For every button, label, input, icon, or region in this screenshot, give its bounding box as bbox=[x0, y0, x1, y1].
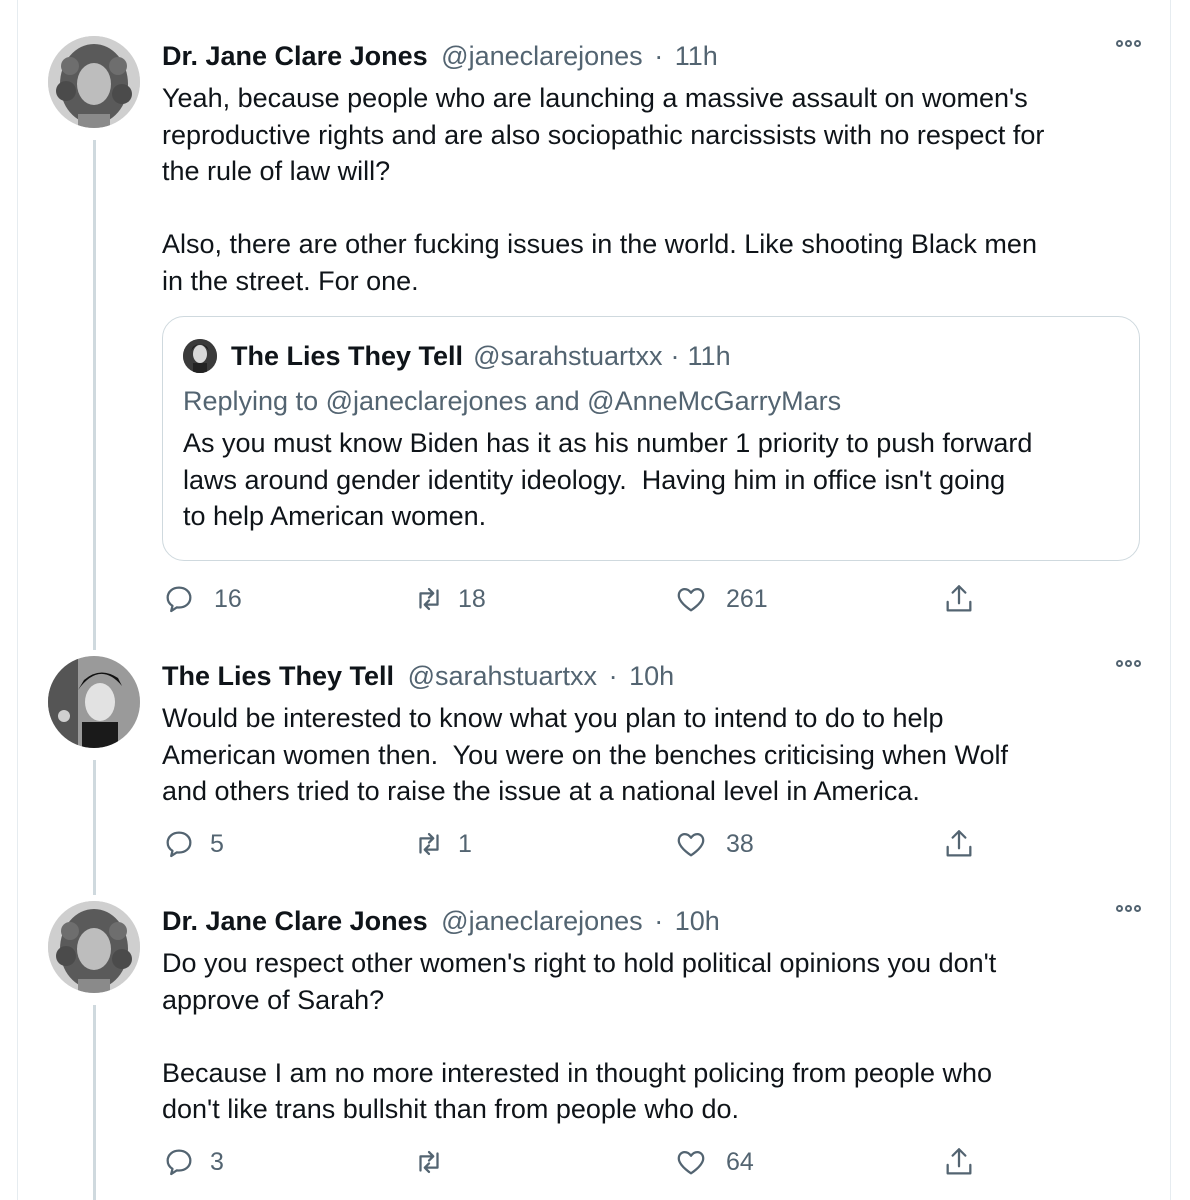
quoted-tweet-header: The Lies They Tell @sarahstuartxx · 11h bbox=[183, 337, 1123, 375]
like-count: 64 bbox=[726, 1147, 754, 1176]
heart-icon bbox=[677, 832, 705, 857]
more-options-icon[interactable] bbox=[1116, 660, 1141, 667]
reply-button[interactable]: 5 bbox=[162, 827, 224, 861]
retweet-button[interactable] bbox=[412, 1145, 464, 1179]
author-name[interactable]: Dr. Jane Clare Jones bbox=[162, 906, 428, 936]
author-name: The Lies They Tell bbox=[231, 341, 464, 371]
retweet-icon bbox=[419, 1150, 439, 1174]
share-icon bbox=[946, 830, 972, 857]
reply-count: 5 bbox=[210, 829, 224, 858]
tweet-actions: 5 1 38 bbox=[162, 827, 1162, 867]
author-handle[interactable]: @janeclarejones bbox=[441, 906, 643, 936]
like-count: 38 bbox=[726, 829, 754, 858]
retweet-count: 1 bbox=[458, 829, 472, 858]
author-handle[interactable]: @janeclarejones bbox=[441, 41, 643, 71]
author-handle: @sarahstuartxx bbox=[473, 341, 663, 371]
reply-count: 16 bbox=[214, 584, 242, 613]
curly-hair-portrait-icon bbox=[48, 901, 140, 993]
author-name[interactable]: Dr. Jane Clare Jones bbox=[162, 41, 428, 71]
tweet-text: Yeah, because people who are launching a… bbox=[162, 83, 1045, 296]
tweet[interactable]: The Lies They Tell @sarahstuartxx · 10h … bbox=[0, 650, 1190, 890]
share-button[interactable] bbox=[942, 582, 976, 616]
more-options-icon[interactable] bbox=[1116, 40, 1141, 47]
black-and-white-portrait-icon bbox=[48, 656, 140, 748]
share-icon bbox=[946, 585, 972, 612]
reply-icon bbox=[166, 1149, 192, 1176]
author-handle[interactable]: @sarahstuartxx bbox=[408, 661, 597, 691]
tweet-header: The Lies They Tell @sarahstuartxx · 10h bbox=[162, 656, 1147, 696]
tweet[interactable]: Dr. Jane Clare Jones @janeclarejones · 1… bbox=[0, 0, 1190, 640]
share-button[interactable] bbox=[942, 827, 976, 861]
reply-count: 3 bbox=[210, 1147, 224, 1176]
timestamp[interactable]: 10h bbox=[629, 661, 674, 691]
curly-hair-portrait-icon bbox=[48, 36, 140, 128]
retweet-button[interactable]: 18 bbox=[412, 582, 486, 616]
share-icon bbox=[946, 1148, 972, 1175]
share-button[interactable] bbox=[942, 1145, 976, 1179]
reply-button[interactable]: 3 bbox=[162, 1145, 224, 1179]
tweet-text: Would be interested to know what you pla… bbox=[162, 703, 1008, 806]
like-button[interactable]: 261 bbox=[674, 582, 768, 616]
avatar bbox=[183, 339, 217, 373]
reply-icon bbox=[166, 831, 192, 858]
heart-icon bbox=[677, 587, 705, 612]
tweet-header: Dr. Jane Clare Jones @janeclarejones · 1… bbox=[162, 901, 1147, 941]
avatar[interactable] bbox=[48, 901, 140, 993]
tweet-actions: 16 18 261 bbox=[162, 582, 1162, 622]
quoted-tweet-text: As you must know Biden has it as his num… bbox=[183, 428, 1033, 531]
timestamp[interactable]: 11h bbox=[675, 41, 718, 71]
like-button[interactable]: 64 bbox=[674, 1145, 754, 1179]
tweet-header: Dr. Jane Clare Jones @janeclarejones · 1… bbox=[162, 36, 1147, 76]
replying-to: Replying to @janeclarejones and @AnneMcG… bbox=[183, 386, 842, 416]
tweet[interactable]: Dr. Jane Clare Jones @janeclarejones · 1… bbox=[0, 895, 1190, 1200]
retweet-icon bbox=[419, 587, 439, 611]
avatar[interactable] bbox=[48, 656, 140, 748]
avatar[interactable] bbox=[48, 36, 140, 128]
like-count: 261 bbox=[726, 584, 768, 613]
tweet-actions: 3 64 bbox=[162, 1145, 1162, 1185]
separator: · bbox=[654, 41, 664, 71]
black-and-white-portrait-icon bbox=[183, 339, 217, 373]
retweet-icon bbox=[419, 832, 439, 856]
separator: · bbox=[670, 341, 680, 371]
quoted-tweet[interactable]: The Lies They Tell @sarahstuartxx · 11h … bbox=[162, 316, 1140, 561]
retweet-count: 18 bbox=[458, 584, 486, 613]
retweet-button[interactable]: 1 bbox=[412, 827, 472, 861]
reply-button[interactable]: 16 bbox=[162, 582, 242, 616]
timestamp[interactable]: 10h bbox=[675, 906, 720, 936]
heart-icon bbox=[677, 1150, 705, 1175]
like-button[interactable]: 38 bbox=[674, 827, 754, 861]
separator: · bbox=[608, 661, 618, 691]
tweet-text: Do you respect other women's right to ho… bbox=[162, 948, 997, 1124]
reply-icon bbox=[166, 586, 192, 613]
timestamp: 11h bbox=[687, 341, 731, 371]
separator: · bbox=[654, 906, 664, 936]
author-name[interactable]: The Lies They Tell bbox=[162, 661, 394, 691]
more-options-icon[interactable] bbox=[1116, 905, 1141, 912]
